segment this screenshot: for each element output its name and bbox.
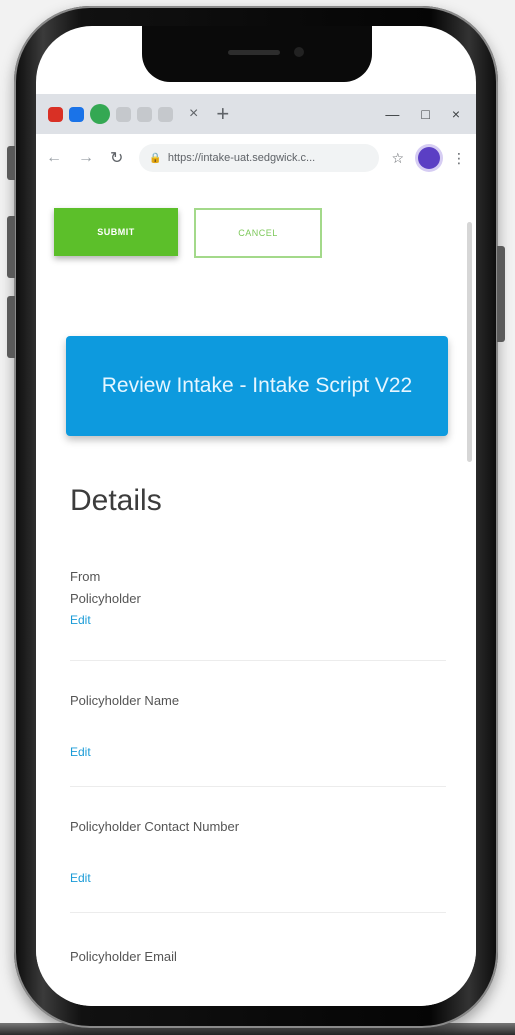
forward-icon[interactable]: →	[78, 149, 94, 167]
tab-close-icon[interactable]: ×	[189, 105, 198, 123]
field-value	[70, 838, 446, 860]
tab-favicon-icon[interactable]	[90, 104, 110, 124]
page-content: SUBMIT CANCEL Review Intake - Intake Scr…	[36, 182, 476, 1006]
field-label: Policyholder Name	[70, 693, 180, 708]
front-camera	[294, 47, 304, 57]
address-bar[interactable]: 🔒 https://intake-uat.sedgwick.c...	[139, 144, 380, 172]
window-controls: — □ ×	[385, 106, 476, 122]
scrollbar[interactable]	[467, 222, 472, 462]
lock-icon: 🔒	[149, 152, 162, 164]
phone-screen: × + — □ × ← → ↻ 🔒 https://intake-uat.sed…	[36, 26, 476, 1006]
action-bar: SUBMIT CANCEL	[54, 208, 322, 258]
detail-field-policyholder-email: Policyholder Email	[70, 946, 446, 968]
menu-icon[interactable]: ⋮	[452, 150, 466, 167]
speaker-grille	[228, 50, 280, 55]
volume-down-button	[7, 296, 15, 358]
maximize-icon[interactable]: □	[421, 106, 429, 122]
phone-frame: × + — □ × ← → ↻ 🔒 https://intake-uat.sed…	[7, 6, 505, 1028]
reload-icon[interactable]: ↻	[110, 148, 123, 168]
tab-favicon-icon[interactable]	[137, 106, 152, 122]
detail-field-from: From Policyholder Edit	[70, 566, 446, 630]
field-value: Policyholder	[70, 591, 141, 606]
divider	[70, 786, 446, 787]
notch	[142, 26, 372, 82]
mute-switch	[7, 146, 15, 180]
field-value	[70, 712, 446, 734]
detail-field-policyholder-name: Policyholder Name Edit	[70, 690, 446, 762]
volume-up-button	[7, 216, 15, 278]
edit-link[interactable]: Edit	[70, 742, 446, 762]
tab-favicon-icon[interactable]	[48, 106, 63, 122]
cancel-button[interactable]: CANCEL	[194, 208, 322, 258]
details-heading: Details	[70, 484, 162, 517]
field-label: Policyholder Email	[70, 949, 177, 964]
field-label: Policyholder Contact Number	[70, 819, 240, 834]
tab-favicon-icon[interactable]	[116, 106, 131, 122]
page-title: Review Intake - Intake Script V22	[101, 374, 413, 397]
back-icon[interactable]: ←	[46, 149, 62, 167]
page-title-banner: Review Intake - Intake Script V22	[66, 336, 448, 436]
field-label: From	[70, 569, 101, 584]
submit-button[interactable]: SUBMIT	[54, 208, 178, 256]
close-icon[interactable]: ×	[452, 106, 460, 122]
tab-favicon-icon[interactable]	[69, 106, 84, 122]
browser-tabstrip: × + — □ ×	[36, 94, 476, 134]
power-button	[497, 246, 505, 342]
browser-toolbar: ← → ↻ 🔒 https://intake-uat.sedgwick.c...…	[36, 134, 476, 183]
divider	[70, 660, 446, 661]
divider	[70, 912, 446, 913]
new-tab-icon[interactable]: +	[216, 101, 229, 127]
minimize-icon[interactable]: —	[385, 106, 399, 122]
edit-link[interactable]: Edit	[70, 868, 446, 888]
tab-favicon-icon[interactable]	[158, 106, 173, 122]
url-text: https://intake-uat.sedgwick.c...	[167, 152, 316, 164]
detail-field-policyholder-contact: Policyholder Contact Number Edit	[70, 816, 446, 888]
bookmark-star-icon[interactable]: ☆	[391, 150, 404, 167]
edit-link[interactable]: Edit	[70, 610, 446, 630]
profile-avatar[interactable]	[418, 147, 440, 169]
